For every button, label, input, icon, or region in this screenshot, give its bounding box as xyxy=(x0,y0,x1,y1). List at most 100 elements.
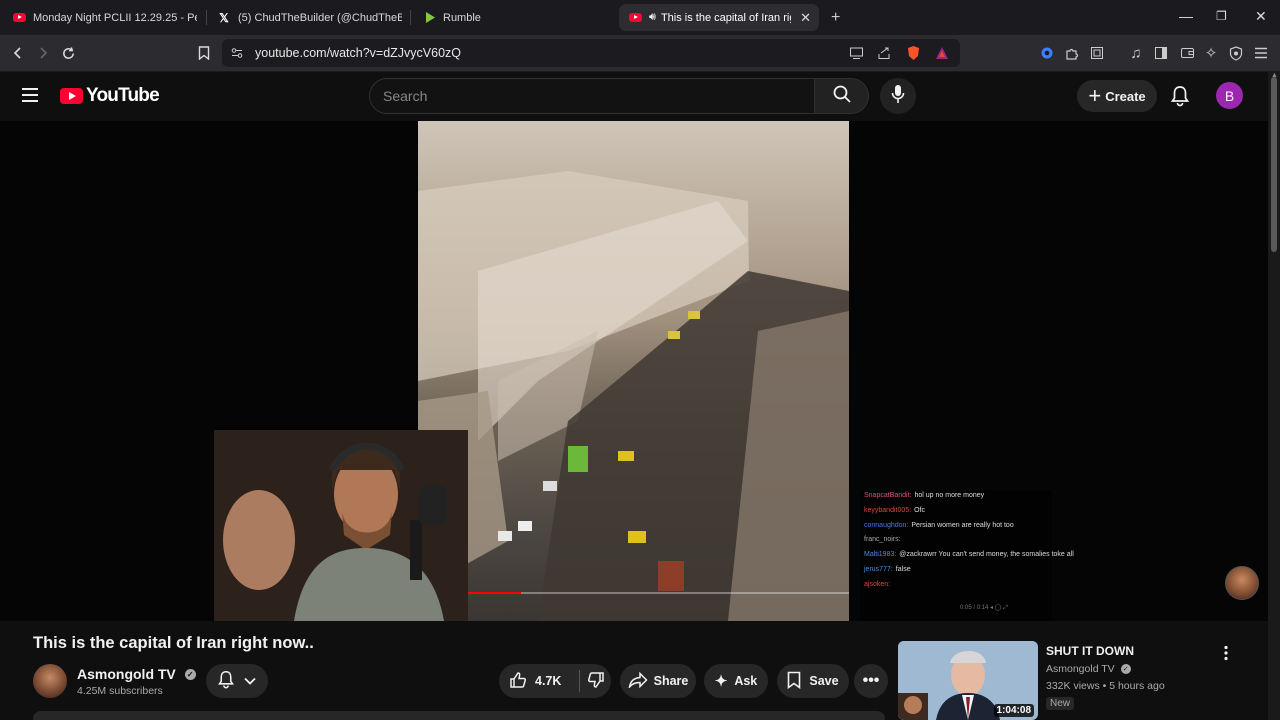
back-icon[interactable] xyxy=(8,43,28,63)
bookmark-icon[interactable] xyxy=(194,43,214,63)
scrollbar-thumb[interactable] xyxy=(1271,77,1277,252)
save-bookmark-icon xyxy=(787,671,801,692)
dislike-button[interactable] xyxy=(580,671,611,692)
like-dislike-group: 4.7K xyxy=(499,664,611,698)
thumbs-down-icon xyxy=(587,671,605,692)
recommended-meta: 332K views • 5 hours ago xyxy=(1046,680,1165,692)
reload-icon[interactable] xyxy=(58,43,78,63)
video-duration: 1:04:08 xyxy=(993,704,1034,717)
like-button[interactable]: 4.7K xyxy=(499,671,579,692)
share-button[interactable]: Share xyxy=(620,664,696,698)
close-window-icon[interactable]: ✕ xyxy=(1255,8,1267,25)
voice-search-button[interactable] xyxy=(880,78,916,114)
channel-name[interactable]: Asmongold TV ✓ xyxy=(77,666,196,682)
new-tab-icon[interactable]: + xyxy=(831,9,840,27)
account-avatar[interactable]: B xyxy=(1216,82,1243,109)
new-badge: New xyxy=(1046,697,1075,710)
plus-icon: + xyxy=(1088,83,1102,108)
chat-username: ajsoken: xyxy=(864,580,891,588)
chat-text: Persian women are really hot too xyxy=(911,521,1014,529)
tab-chudthebuilder[interactable]: 𝕏 (5) ChudTheBuilder (@ChudTheBuild xyxy=(217,4,402,31)
video-title: This is the capital of Iran right now.. xyxy=(33,634,314,652)
tab-monday-night[interactable]: Monday Night PCLII 12.29.25 - Perry xyxy=(12,4,197,31)
restore-icon[interactable]: ❐ xyxy=(1216,9,1227,23)
browser-toolbar: youtube.com/watch?v=dZJvycV60zQ ♫ ✧ xyxy=(0,35,1280,72)
chevron-down-icon xyxy=(244,674,256,688)
minimize-icon[interactable]: — xyxy=(1179,8,1193,24)
hamburger-menu-icon[interactable] xyxy=(20,86,40,109)
verified-icon: ✓ xyxy=(1120,664,1131,674)
channel-name-text: Asmongold TV xyxy=(77,666,176,682)
save-label: Save xyxy=(809,674,839,688)
youtube-icon xyxy=(628,11,642,25)
tab-iran-capital[interactable]: 🔊︎ This is the capital of Iran right ✕ xyxy=(619,4,819,31)
chat-username: Malti1983: xyxy=(864,551,897,558)
x-icon: 𝕏 xyxy=(219,10,229,25)
ask-label: Ask xyxy=(734,674,758,688)
share-label: Share xyxy=(653,674,689,688)
video-player[interactable]: SnapcatBandit: hol up no more money keyyba… xyxy=(0,121,1268,621)
notifications-bell-icon[interactable] xyxy=(1170,85,1190,112)
video-frame[interactable] xyxy=(418,121,849,621)
sidebar-toggle-icon[interactable] xyxy=(1151,43,1171,63)
like-count: 4.7K xyxy=(535,674,562,688)
chat-text: false xyxy=(895,565,911,573)
brave-shields-icon[interactable] xyxy=(906,45,921,66)
search-box[interactable]: Search xyxy=(369,78,815,114)
microphone-icon xyxy=(891,84,905,109)
youtube-header: YouTube Search + Create B xyxy=(0,72,1280,121)
speaker-icon[interactable]: 🔊︎ xyxy=(649,11,656,24)
youtube-logo[interactable]: YouTube xyxy=(60,85,160,107)
share-arrow-icon xyxy=(627,671,648,691)
tab-label: Rumble xyxy=(443,11,481,24)
extension-blue-icon[interactable] xyxy=(1037,43,1057,63)
search-button[interactable] xyxy=(815,78,869,114)
youtube-logo-text: YouTube xyxy=(86,85,160,106)
tab-rumble[interactable]: Rumble xyxy=(422,4,602,31)
url-text[interactable]: youtube.com/watch?v=dZJvycV60zQ xyxy=(255,46,461,60)
share-page-icon[interactable] xyxy=(877,46,892,65)
subscription-bell-button[interactable] xyxy=(206,664,268,698)
leo-ai-icon[interactable]: ✧ xyxy=(1201,43,1221,63)
sparkle-icon: ✦ xyxy=(714,673,728,690)
chat-username: franc_noirs: xyxy=(864,536,901,544)
chat-text: @zackrawrr You can't send money, the som… xyxy=(899,551,1074,558)
brave-rewards-icon[interactable] xyxy=(935,46,949,65)
search-placeholder[interactable]: Search xyxy=(383,88,427,104)
screenshot-icon[interactable] xyxy=(1087,43,1107,63)
vpn-shield-icon[interactable] xyxy=(1226,43,1246,63)
more-vertical-icon[interactable] xyxy=(1223,645,1229,666)
verified-icon: ✓ xyxy=(184,668,196,680)
description-box[interactable] xyxy=(33,711,885,720)
more-actions-button[interactable]: ••• xyxy=(854,664,888,698)
close-tab-icon[interactable]: ✕ xyxy=(800,10,811,26)
rumble-icon xyxy=(422,11,436,25)
extensions-puzzle-icon[interactable] xyxy=(1062,43,1082,63)
chat-message: jerus777: false xyxy=(864,566,1052,575)
chat-username: connaughdon: xyxy=(864,521,909,529)
media-music-icon[interactable]: ♫ xyxy=(1126,43,1146,63)
cast-icon[interactable] xyxy=(849,46,864,65)
video-progress-bar[interactable] xyxy=(468,592,849,594)
ask-button[interactable]: ✦ Ask xyxy=(704,664,768,698)
channel-avatar[interactable] xyxy=(33,664,67,698)
chat-message: keyybandit005: Ofc xyxy=(864,507,1052,516)
recommended-video-title[interactable]: SHUT IT DOWN xyxy=(1046,644,1134,658)
chat-text: hol up no more money xyxy=(914,492,985,499)
create-button[interactable]: + Create xyxy=(1077,80,1157,112)
stream-chat-overlay: SnapcatBandit: hol up no more money keyyba… xyxy=(860,490,1074,621)
forward-icon[interactable] xyxy=(33,43,53,63)
recommended-channel[interactable]: Asmongold TV ✓ xyxy=(1046,663,1131,675)
chat-username: SnapcatBandit: xyxy=(864,492,912,499)
chat-username: keyybandit005: xyxy=(864,506,912,514)
streamer-webcam xyxy=(214,430,468,621)
recommended-video-thumbnail[interactable]: 1:04:08 xyxy=(898,641,1038,720)
site-settings-icon[interactable] xyxy=(230,46,244,65)
menu-icon[interactable] xyxy=(1251,43,1271,63)
wallet-icon[interactable] xyxy=(1177,43,1197,63)
youtube-icon xyxy=(12,11,26,25)
address-bar[interactable]: youtube.com/watch?v=dZJvycV60zQ xyxy=(222,39,960,67)
page-scrollbar[interactable]: ▲ xyxy=(1268,72,1280,720)
save-button[interactable]: Save xyxy=(777,664,849,698)
floating-channel-avatar[interactable] xyxy=(1225,566,1259,600)
